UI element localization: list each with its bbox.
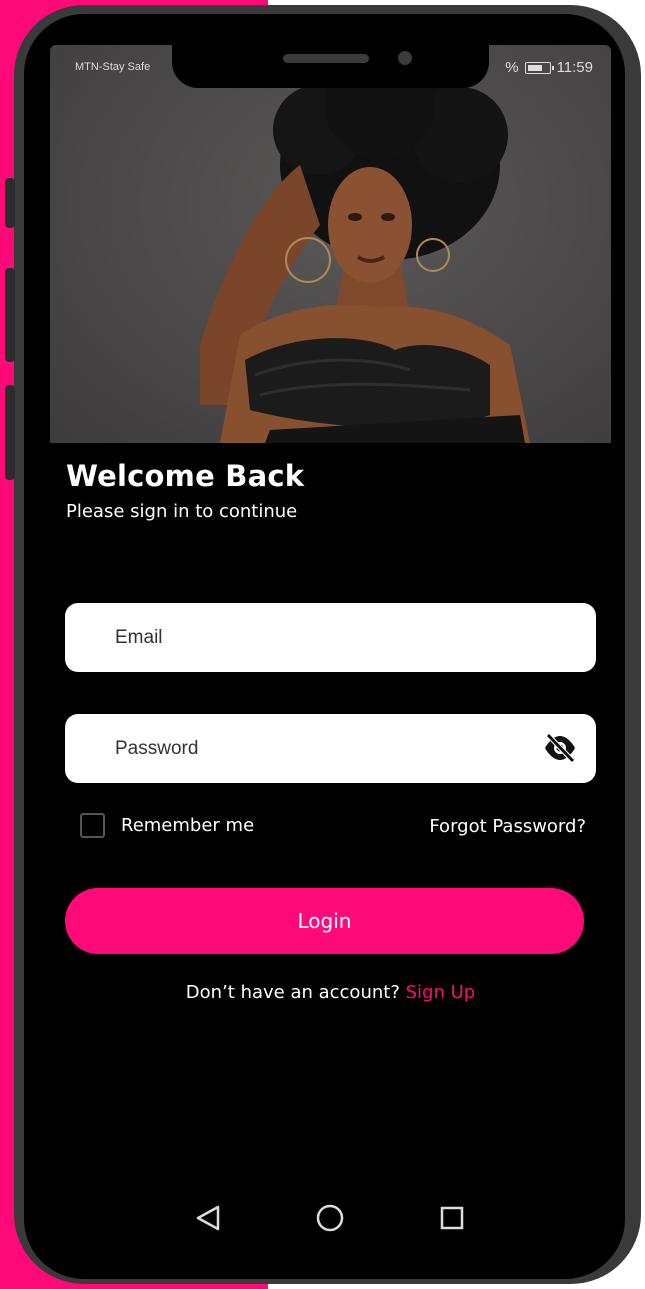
status-indicators: % 11:59 — [505, 59, 593, 76]
signup-row: Don’t have an account? Sign Up — [50, 982, 611, 1003]
phone-screen: MTN-Stay Safe % 11:59 Welcome Back Pleas… — [50, 45, 611, 1260]
volume-down-button — [5, 268, 15, 362]
eye-off-icon[interactable] — [542, 731, 578, 765]
front-camera — [398, 51, 412, 65]
remember-me-checkbox[interactable] — [80, 813, 105, 838]
woman-portrait-illustration — [200, 50, 530, 443]
android-nav-bar — [50, 1180, 611, 1260]
carrier-name: MTN-Stay Safe — [75, 61, 151, 73]
battery-percent-text: % — [505, 59, 519, 76]
hero-image — [50, 45, 611, 443]
back-triangle-icon[interactable] — [190, 1200, 226, 1236]
recents-square-icon[interactable] — [434, 1200, 470, 1236]
email-field[interactable] — [113, 625, 557, 650]
signup-prompt: Don’t have an account? — [185, 982, 400, 1003]
clock: 11:59 — [556, 59, 593, 76]
remember-me-toggle[interactable]: Remember me — [80, 813, 254, 838]
volume-up-button — [5, 178, 15, 228]
email-field-container — [65, 603, 596, 672]
password-field-container — [65, 714, 596, 783]
home-circle-icon[interactable] — [312, 1200, 348, 1236]
password-field[interactable] — [113, 736, 557, 761]
remember-me-label: Remember me — [121, 815, 255, 836]
forgot-password-link[interactable]: Forgot Password? — [429, 816, 586, 837]
login-button[interactable]: Login — [65, 888, 584, 954]
page-subtitle: Please sign in to continue — [66, 501, 298, 522]
signup-link[interactable]: Sign Up — [406, 982, 476, 1003]
earpiece-speaker — [283, 54, 369, 63]
power-button — [5, 385, 15, 480]
phone-notch — [172, 42, 489, 88]
page-title: Welcome Back — [66, 459, 305, 493]
battery-icon — [524, 61, 554, 74]
